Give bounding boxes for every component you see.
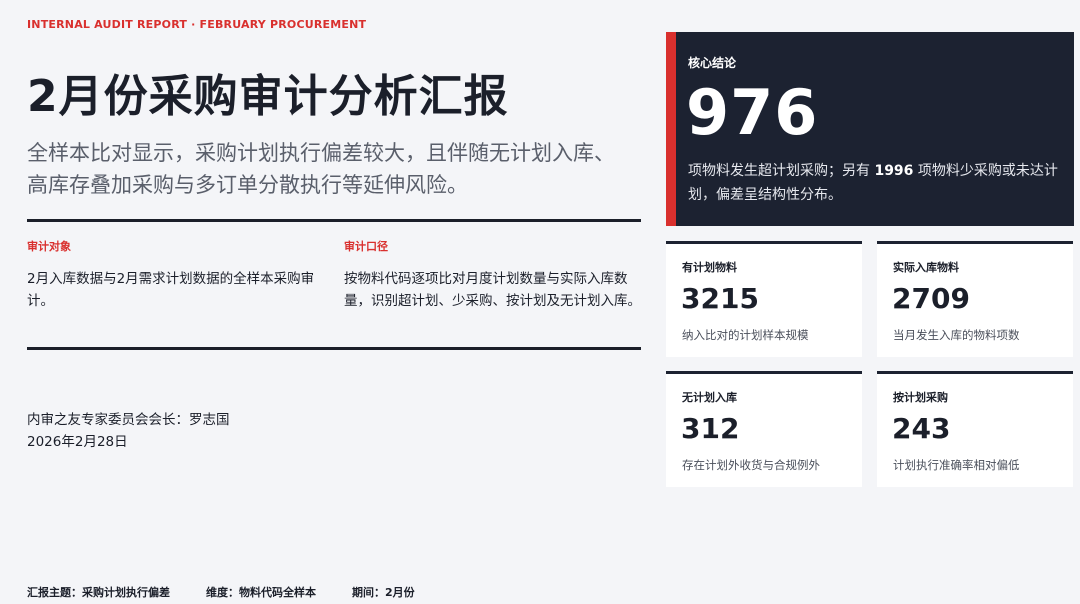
metric-card-planned-materials: 有计划物料 3215 纳入比对的计划样本规模 [666, 241, 862, 357]
metric-label: 实际入库物料 [893, 261, 959, 274]
metric-value: 3215 [681, 282, 759, 315]
core-conclusion-text-a: 项物料发生超计划采购；另有 [688, 163, 875, 179]
signature-author: 内审之友专家委员会会长：罗志国 [27, 412, 230, 428]
metric-value: 2709 [892, 282, 970, 315]
metric-desc: 计划执行准确率相对偏低 [893, 458, 1020, 472]
signature-date: 2026年2月28日 [27, 434, 128, 450]
footer-topic: 汇报主题：采购计划执行偏差 [27, 586, 170, 599]
page-title: 2月份采购审计分析汇报 [27, 71, 509, 122]
metric-desc: 存在计划外收货与合规例外 [682, 458, 820, 472]
audit-object-label: 审计对象 [27, 240, 71, 253]
page-subtitle: 全样本比对显示，采购计划执行偏差较大，且伴随无计划入库、高库存叠加采购与多订单分… [27, 141, 615, 197]
metric-value: 312 [681, 412, 740, 445]
core-conclusion-label: 核心结论 [688, 56, 737, 70]
metric-label: 按计划采购 [893, 391, 948, 404]
metric-label: 无计划入库 [682, 391, 737, 404]
footer-meta: 汇报主题：采购计划执行偏差 维度：物料代码全样本 期间：2月份 [27, 584, 415, 600]
metric-card-received-materials: 实际入库物料 2709 当月发生入库的物料项数 [877, 241, 1073, 357]
core-conclusion-highlight: 1996 [874, 163, 914, 179]
report-kicker: INTERNAL AUDIT REPORT · FEBRUARY PROCURE… [27, 18, 367, 31]
signature-block: 内审之友专家委员会会长：罗志国 2026年2月28日 [27, 409, 230, 453]
core-conclusion-value: 976 [686, 76, 819, 149]
metric-card-on-plan-purchases: 按计划采购 243 计划执行准确率相对偏低 [877, 371, 1073, 487]
audit-method-label: 审计口径 [344, 240, 388, 253]
metric-card-unplanned-receipts: 无计划入库 312 存在计划外收货与合规例外 [666, 371, 862, 487]
footer-dimension: 维度：物料代码全样本 [206, 586, 316, 599]
core-conclusion-text: 项物料发生超计划采购；另有 1996 项物料少采购或未达计划，偏差呈结构性分布。 [688, 159, 1058, 207]
core-conclusion-panel: 核心结论 976 项物料发生超计划采购；另有 1996 项物料少采购或未达计划，… [666, 32, 1074, 226]
audit-method-text: 按物料代码逐项比对月度计划数量与实际入库数量，识别超计划、少采购、按计划及无计划… [344, 271, 641, 309]
metric-desc: 当月发生入库的物料项数 [893, 328, 1020, 342]
metric-value: 243 [892, 412, 951, 445]
divider-top [27, 219, 641, 222]
audit-object-text: 2月入库数据与2月需求计划数据的全样本采购审计。 [27, 271, 315, 309]
metric-desc: 纳入比对的计划样本规模 [682, 328, 809, 342]
footer-period: 期间：2月份 [352, 586, 415, 599]
audit-object-section: 审计对象 2月入库数据与2月需求计划数据的全样本采购审计。 [27, 238, 327, 312]
audit-method-section: 审计口径 按物料代码逐项比对月度计划数量与实际入库数量，识别超计划、少采购、按计… [344, 238, 644, 312]
divider-bottom [27, 347, 641, 350]
metric-label: 有计划物料 [682, 261, 737, 274]
